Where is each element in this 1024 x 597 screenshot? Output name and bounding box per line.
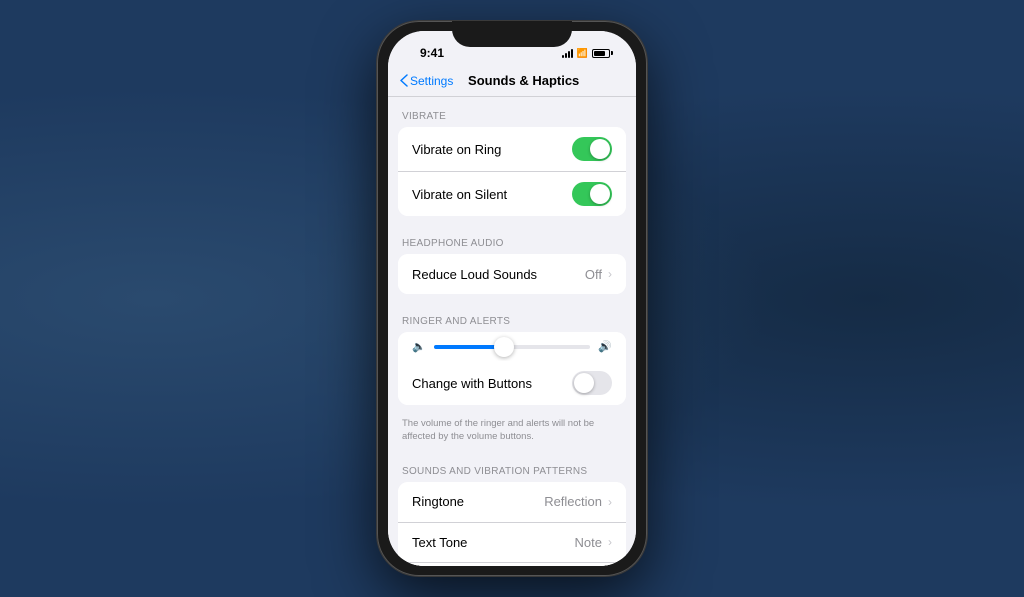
screen: 9:41 📶 [388, 31, 636, 566]
vibrate-ring-label: Vibrate on Ring [412, 142, 572, 157]
headphone-section-header: HEADPHONE AUDIO [388, 224, 636, 254]
ringer-section-header: RINGER AND ALERTS [388, 302, 636, 332]
battery-icon [592, 49, 610, 58]
vibrate-ring-toggle[interactable] [572, 137, 612, 161]
text-tone-chevron-icon: › [608, 535, 612, 549]
wifi-icon: 📶 [577, 48, 588, 59]
ringer-slider[interactable] [434, 345, 591, 349]
settings-content: VIBRATE Vibrate on Ring Vibrate on Silen… [388, 97, 636, 566]
back-button[interactable]: Settings [400, 74, 453, 88]
ringer-group: 🔈 🔊 Change with Buttons [398, 332, 626, 405]
volume-low-icon: 🔈 [412, 340, 426, 353]
vibrate-section-header: VIBRATE [388, 97, 636, 127]
notch [452, 21, 572, 47]
volume-high-icon: 🔊 [598, 340, 612, 353]
page-title: Sounds & Haptics [453, 73, 594, 88]
navigation-bar: Settings Sounds & Haptics [388, 69, 636, 97]
ringer-slider-row: 🔈 🔊 [398, 332, 626, 361]
ringtone-label: Ringtone [412, 494, 544, 509]
vibrate-silent-row[interactable]: Vibrate on Silent [398, 171, 626, 216]
back-label: Settings [410, 74, 453, 88]
reduce-loud-value: Off [585, 267, 602, 282]
back-chevron-icon [400, 74, 408, 87]
vibrate-silent-label: Vibrate on Silent [412, 187, 572, 202]
change-buttons-helper: The volume of the ringer and alerts will… [388, 413, 636, 452]
reduce-loud-row[interactable]: Reduce Loud Sounds Off › [398, 254, 626, 294]
text-tone-value: Note [575, 535, 602, 550]
change-buttons-label: Change with Buttons [412, 376, 572, 391]
phone-device: 9:41 📶 [377, 21, 647, 576]
ringtone-value: Reflection [544, 494, 602, 509]
new-voicemail-row[interactable]: New Voicemail Tri-tone › [398, 562, 626, 566]
phone-mockup: 9:41 📶 [377, 21, 647, 576]
vibrate-ring-row[interactable]: Vibrate on Ring [398, 127, 626, 171]
status-time: 9:41 [420, 46, 444, 60]
vibrate-silent-toggle[interactable] [572, 182, 612, 206]
change-buttons-toggle[interactable] [572, 371, 612, 395]
toggle-knob [574, 373, 594, 393]
text-tone-row[interactable]: Text Tone Note › [398, 522, 626, 562]
status-icons: 📶 [562, 48, 610, 59]
ringtone-row[interactable]: Ringtone Reflection › [398, 482, 626, 522]
ringtone-chevron-icon: › [608, 495, 612, 509]
toggle-knob [590, 139, 610, 159]
slider-thumb[interactable] [494, 337, 514, 357]
signal-icon [562, 48, 573, 58]
change-buttons-row[interactable]: Change with Buttons [398, 361, 626, 405]
headphone-group: Reduce Loud Sounds Off › [398, 254, 626, 294]
toggle-knob [590, 184, 610, 204]
sounds-section-header: SOUNDS AND VIBRATION PATTERNS [388, 452, 636, 482]
text-tone-label: Text Tone [412, 535, 575, 550]
vibrate-group: Vibrate on Ring Vibrate on Silent [398, 127, 626, 216]
reduce-loud-chevron-icon: › [608, 267, 612, 281]
sounds-group: Ringtone Reflection › Text Tone Note › N… [398, 482, 626, 566]
reduce-loud-label: Reduce Loud Sounds [412, 267, 585, 282]
